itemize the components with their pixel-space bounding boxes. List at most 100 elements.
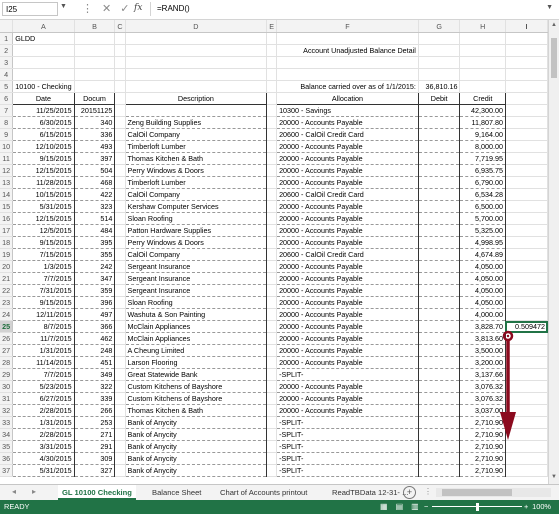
cell-e6[interactable] <box>266 92 278 105</box>
cell-i6[interactable] <box>505 92 548 105</box>
cell-a6[interactable]: Date <box>12 92 75 105</box>
cell-d37[interactable]: Bank of Anycity <box>124 464 268 477</box>
worksheet-table[interactable]: A B C D E F G H I 1 GLDD 2 Account Unadjusted Balanc… <box>0 20 548 477</box>
cell-f1[interactable] <box>276 32 419 45</box>
cell-f31[interactable]: 20000 - Accounts Payable <box>276 392 419 405</box>
cell-g31[interactable] <box>417 392 461 405</box>
cell-e3[interactable] <box>266 56 278 69</box>
cell-b19[interactable]: 355 <box>73 248 116 261</box>
cell-g18[interactable] <box>417 236 461 249</box>
cell-b17[interactable]: 484 <box>73 224 116 237</box>
cell-f12[interactable]: 20000 - Accounts Payable <box>276 164 419 177</box>
page-layout-icon[interactable]: ▤ <box>396 502 412 511</box>
tab-overflow-icon[interactable]: ⋮ <box>424 487 432 496</box>
cell-c29[interactable] <box>114 368 126 381</box>
cell-c19[interactable] <box>114 248 126 261</box>
cell-f33[interactable]: -SPLIT- <box>276 416 419 429</box>
cell-e25[interactable] <box>266 320 278 333</box>
cell-c1[interactable] <box>114 32 126 45</box>
row-header[interactable]: 3 <box>0 56 14 69</box>
cell-h20[interactable]: 4,050.00 <box>459 260 506 273</box>
cell-c35[interactable] <box>114 440 126 453</box>
cell-g33[interactable] <box>417 416 461 429</box>
expand-formula-bar-icon[interactable]: ▼ <box>546 4 553 11</box>
cell-h24[interactable]: 4,000.00 <box>459 308 506 321</box>
cell-i2[interactable] <box>505 44 548 57</box>
cell-b7[interactable]: 20151125 <box>73 104 116 117</box>
cell-f3[interactable] <box>276 56 419 69</box>
cell-i8[interactable] <box>505 116 548 129</box>
cell-h2[interactable] <box>459 44 506 57</box>
row-header[interactable]: 32 <box>0 404 14 417</box>
name-box[interactable]: I25 <box>2 2 58 16</box>
cell-c27[interactable] <box>114 344 126 357</box>
cell-g19[interactable] <box>417 248 461 261</box>
row-header[interactable]: 36 <box>0 452 14 465</box>
row-header[interactable]: 23 <box>0 296 14 309</box>
cell-b30[interactable]: 322 <box>73 380 116 393</box>
cell-e22[interactable] <box>266 284 278 297</box>
cell-f15[interactable]: 20000 - Accounts Payable <box>276 200 419 213</box>
cell-g8[interactable] <box>417 116 461 129</box>
cell-a7[interactable]: 11/25/2015 <box>12 104 75 117</box>
cell-i16[interactable] <box>505 212 548 225</box>
cell-h8[interactable]: 11,807.80 <box>459 116 506 129</box>
horizontal-scrollbar[interactable] <box>436 488 551 497</box>
cell-f11[interactable]: 20000 - Accounts Payable <box>276 152 419 165</box>
cell-g9[interactable] <box>417 128 461 141</box>
cell-d35[interactable]: Bank of Anycity <box>124 440 268 453</box>
cell-d16[interactable]: Sloan Roofing <box>124 212 268 225</box>
cell-f24[interactable]: 20000 - Accounts Payable <box>276 308 419 321</box>
row-header[interactable]: 27 <box>0 344 14 357</box>
cell-f5[interactable]: Balance carried over as of 1/1/2015: <box>276 80 419 93</box>
cell-d14[interactable]: CalOil Company <box>124 188 268 201</box>
cell-d34[interactable]: Bank of Anycity <box>124 428 268 441</box>
cell-c25[interactable] <box>114 320 126 333</box>
cell-e8[interactable] <box>266 116 278 129</box>
cell-g23[interactable] <box>417 296 461 309</box>
row-header[interactable]: 4 <box>0 68 14 81</box>
row-header[interactable]: 18 <box>0 236 14 249</box>
cell-b26[interactable]: 462 <box>73 332 116 345</box>
cell-a9[interactable]: 6/15/2015 <box>12 128 75 141</box>
cell-f7[interactable]: 10300 - Savings <box>276 104 419 117</box>
cell-b27[interactable]: 248 <box>73 344 116 357</box>
zoom-out-icon[interactable]: − <box>424 500 428 514</box>
row-header[interactable]: 8 <box>0 116 14 129</box>
cell-g37[interactable] <box>417 464 461 477</box>
cell-g7[interactable] <box>417 104 461 117</box>
cell-i11[interactable] <box>505 152 548 165</box>
cell-c11[interactable] <box>114 152 126 165</box>
cell-a22[interactable]: 7/31/2015 <box>12 284 75 297</box>
cell-i35[interactable] <box>505 440 548 453</box>
cell-i21[interactable] <box>505 272 548 285</box>
cell-a5[interactable]: 10100 - Checking <box>12 80 75 93</box>
cell-e24[interactable] <box>266 308 278 321</box>
cell-b36[interactable]: 309 <box>73 452 116 465</box>
cell-d22[interactable]: Sergeant Insurance <box>124 284 268 297</box>
cell-a23[interactable]: 9/15/2015 <box>12 296 75 309</box>
cell-g13[interactable] <box>417 176 461 189</box>
row-header[interactable]: 29 <box>0 368 14 381</box>
row-header[interactable]: 33 <box>0 416 14 429</box>
cell-f17[interactable]: 20000 - Accounts Payable <box>276 224 419 237</box>
row-header[interactable]: 20 <box>0 260 14 273</box>
row-header[interactable]: 17 <box>0 224 14 237</box>
cell-d13[interactable]: Timberloft Lumber <box>124 176 268 189</box>
cell-g12[interactable] <box>417 164 461 177</box>
cell-b2[interactable] <box>74 44 116 57</box>
cell-e31[interactable] <box>266 392 278 405</box>
cell-h36[interactable]: 2,710.90 <box>459 452 506 465</box>
cell-e29[interactable] <box>266 368 278 381</box>
row-header[interactable]: 10 <box>0 140 14 153</box>
cell-e15[interactable] <box>266 200 278 213</box>
cell-f8[interactable]: 20000 - Accounts Payable <box>276 116 419 129</box>
cell-h7[interactable]: 42,300.00 <box>459 104 506 117</box>
cell-b8[interactable]: 340 <box>73 116 116 129</box>
cell-a32[interactable]: 2/28/2015 <box>12 404 75 417</box>
name-box-dropdown-icon[interactable]: ▼ <box>60 3 67 10</box>
cell-b37[interactable]: 327 <box>73 464 116 477</box>
cell-h4[interactable] <box>459 68 506 81</box>
cell-h1[interactable] <box>459 32 506 45</box>
cell-c9[interactable] <box>114 128 126 141</box>
